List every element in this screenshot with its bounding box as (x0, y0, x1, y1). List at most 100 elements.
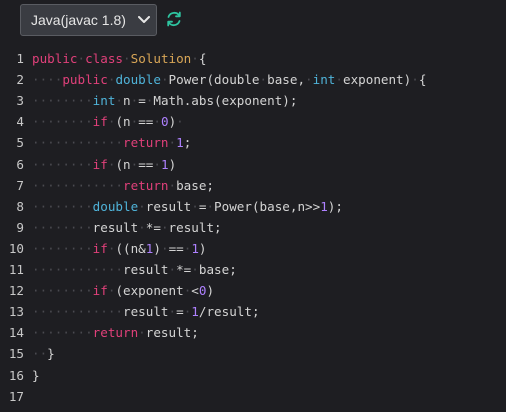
line-number: 7 (16, 177, 24, 193)
line-number: 1 (16, 51, 24, 66)
whitespace-marker: · (138, 219, 146, 235)
whitespace-marker: ········ (32, 219, 93, 235)
code-token: return (123, 177, 169, 193)
code-text: ············result·=·1/result; (26, 304, 260, 319)
code-token: == (138, 156, 154, 172)
whitespace-marker: · (160, 72, 169, 88)
code-line[interactable]: 1 public·class·Solution·{ (0, 48, 506, 69)
code-token: 1 (191, 304, 199, 320)
code-token: return (123, 135, 169, 151)
whitespace-marker: ········ (32, 114, 93, 130)
code-token: /result; (198, 304, 260, 320)
code-line[interactable]: 10 ········if·((n&1)·==·1) (0, 238, 506, 259)
code-token: 1 (191, 240, 199, 256)
whitespace-marker: · (168, 177, 177, 193)
code-token: if (92, 283, 108, 299)
code-text: ········if·((n&1)·==·1) (26, 241, 207, 256)
code-line[interactable]: 13 ············result·=·1/result; (0, 301, 506, 322)
language-select-label: Java(javac 1.8) (31, 12, 126, 28)
code-token: n (123, 93, 131, 109)
code-text: ········return·result; (26, 325, 199, 340)
whitespace-marker: ············ (32, 262, 123, 277)
code-token: *= (145, 219, 161, 235)
code-token: ((n& (115, 240, 146, 256)
code-line[interactable]: 6 ········if·(n·==·1) (0, 154, 506, 175)
code-token: result; (168, 219, 222, 235)
refresh-icon[interactable] (164, 9, 184, 29)
code-line[interactable]: 3 ········int·n·=·Math.abs(exponent); (0, 90, 506, 111)
code-text: public·class·Solution·{ (26, 51, 206, 66)
code-line[interactable]: 14 ········return·result; (0, 322, 506, 343)
code-token: base; (198, 262, 237, 277)
code-token: Power(base,n>> (214, 198, 321, 214)
code-token: { (198, 51, 207, 66)
code-editor[interactable]: 1 public·class·Solution·{2 ····public·doub… (0, 48, 506, 412)
language-select[interactable]: Java(javac 1.8) (20, 4, 157, 36)
code-line[interactable]: 12 ········if·(exponent·<0) (0, 280, 506, 301)
code-token: class (85, 51, 124, 66)
code-token: ) (206, 283, 215, 299)
line-number: 12 (8, 283, 24, 299)
whitespace-marker: ············ (32, 304, 123, 320)
code-token: 1 (176, 135, 184, 151)
code-token: ) (168, 156, 177, 172)
code-text: ············result·*=·base; (26, 262, 237, 277)
code-text: ········if·(n·==·1) (26, 157, 176, 172)
line-number: 17 (8, 388, 24, 404)
code-line[interactable]: 9 ········result·*=·result; (0, 217, 506, 238)
line-number: 15 (8, 346, 24, 362)
code-token: result (145, 198, 192, 214)
code-line[interactable]: 8 ········double·result·=·Power(base,n>>1… (0, 196, 506, 217)
whitespace-marker: · (77, 51, 86, 66)
code-token: result; (145, 325, 199, 341)
code-line[interactable]: 16} (0, 365, 506, 386)
code-token: < (191, 283, 199, 299)
code-line[interactable]: 7 ············return·base; (0, 175, 506, 196)
whitespace-marker: ·· (32, 346, 48, 362)
code-token: (n (115, 156, 131, 172)
whitespace-marker: · (411, 72, 419, 88)
code-token: public (62, 72, 108, 88)
code-token: } (47, 346, 55, 362)
code-token: = (138, 93, 146, 109)
code-line[interactable]: 4 ········if·(n·==·0)· (0, 111, 506, 132)
code-line[interactable]: 15 ··} (0, 343, 506, 364)
line-number: 13 (8, 304, 24, 320)
line-number: 16 (8, 367, 24, 383)
code-line[interactable]: 5 ············return·1; (0, 132, 506, 153)
line-number: 5 (16, 135, 24, 151)
code-token: Power(double (168, 72, 260, 88)
whitespace-marker: · (191, 198, 199, 214)
code-token: int (92, 93, 116, 109)
whitespace-marker: ········ (32, 93, 93, 109)
code-line[interactable]: 11 ············result·*=·base; (0, 259, 506, 280)
code-token: ); (327, 198, 343, 214)
code-token: public (32, 51, 78, 66)
whitespace-marker: · (305, 72, 313, 88)
whitespace-marker: · (138, 198, 146, 214)
code-line[interactable]: 17 (0, 386, 506, 407)
whitespace-marker: · (259, 72, 268, 88)
editor-toolbar: Java(javac 1.8) (0, 0, 506, 44)
line-number: 14 (8, 325, 24, 341)
whitespace-marker: · (168, 304, 177, 320)
whitespace-marker: · (153, 156, 161, 172)
line-number: 2 (16, 72, 24, 88)
whitespace-marker: ···· (32, 72, 63, 88)
code-token: == (168, 240, 184, 256)
code-token: ) (198, 240, 207, 256)
code-token: 1 (160, 156, 169, 172)
code-token: (n (115, 114, 131, 130)
code-line[interactable]: 2 ····public·double·Power(double·base,·in… (0, 69, 506, 90)
code-text: ··} (26, 346, 55, 361)
whitespace-marker: · (191, 51, 199, 66)
whitespace-marker: · (160, 219, 169, 235)
code-token: ) (153, 240, 161, 256)
code-text: ········if·(exponent·<0) (26, 283, 214, 298)
whitespace-marker: · (191, 262, 199, 277)
code-token: if (92, 240, 108, 256)
line-number: 11 (8, 262, 24, 277)
code-token: double (92, 198, 139, 214)
code-text: ········if·(n·==·0)· (26, 114, 184, 129)
line-number: 4 (16, 114, 24, 130)
